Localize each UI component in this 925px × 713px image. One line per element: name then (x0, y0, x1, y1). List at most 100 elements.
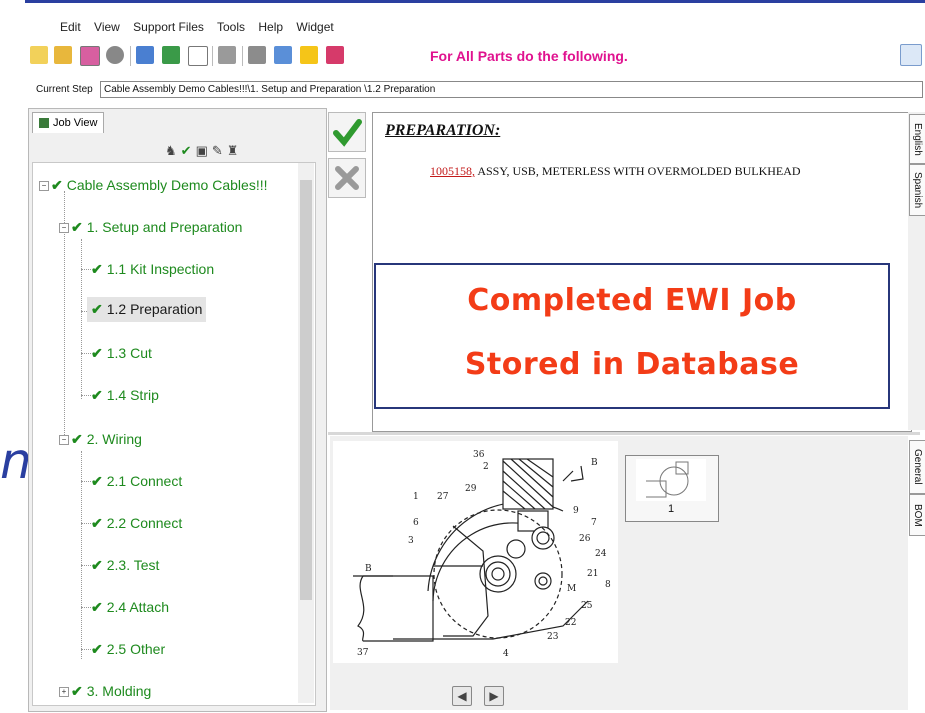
collapse-icon[interactable]: − (59, 435, 69, 446)
tree-node-cut[interactable]: ✔ 1.3 Cut (91, 345, 152, 362)
users-icon[interactable] (248, 46, 266, 64)
inspector-icon[interactable]: ♜ (227, 143, 239, 158)
menu-edit[interactable]: Edit (60, 20, 81, 34)
tree-node-label: 3. Molding (86, 683, 152, 699)
tree-node-kit-inspection[interactable]: ✔ 1.1 Kit Inspection (91, 261, 214, 278)
complete-check-icon: ✔ (91, 473, 103, 489)
arrow-right-icon: ▶ (489, 689, 499, 703)
svg-text:24: 24 (595, 549, 607, 559)
previous-image-button[interactable]: ◀ (452, 686, 472, 706)
tab-job-view[interactable]: Job View (32, 112, 104, 133)
menu-support-files[interactable]: Support Files (133, 20, 204, 34)
green-check-icon (333, 119, 362, 147)
tree-node-label: 2.2 Connect (106, 515, 183, 531)
complete-check-icon: ✔ (71, 683, 83, 699)
svg-text:B: B (591, 458, 598, 468)
tree-node-wiring[interactable]: − ✔ 2. Wiring (59, 431, 142, 448)
worker-icon[interactable]: ♞ (165, 143, 177, 158)
tree-node-strip[interactable]: ✔ 1.4 Strip (91, 387, 159, 404)
menu-bar: Edit View Support Files Tools Help Widge… (60, 20, 344, 38)
tree-node-connect-2[interactable]: ✔ 2.2 Connect (91, 515, 182, 532)
tree-node-root[interactable]: − ✔ Cable Assembly Demo Cables!!! (39, 177, 268, 194)
tree-node-preparation[interactable]: ✔ 1.2 Preparation (87, 297, 207, 322)
menu-widget[interactable]: Widget (296, 20, 333, 34)
tree-node-label: 2.5 Other (106, 641, 166, 657)
tree-node-label: 1.1 Kit Inspection (106, 261, 215, 277)
tab-english[interactable]: English (909, 114, 925, 164)
table-icon[interactable] (136, 46, 154, 64)
reject-step-button[interactable] (328, 158, 366, 198)
new-job-icon[interactable] (30, 46, 48, 64)
search-help-button[interactable] (900, 44, 922, 66)
tree-node-connect-1[interactable]: ✔ 2.1 Connect (91, 473, 182, 490)
collapse-icon[interactable]: − (59, 223, 69, 234)
exit-door-icon[interactable] (274, 46, 292, 64)
mechanism-drawing: 36 2 B 1 27 29 9 7 6 26 3 24 21 B 8 M 25… (353, 450, 611, 659)
technical-drawing: 36 2 B 1 27 29 9 7 6 26 3 24 21 B 8 M 25… (333, 441, 618, 663)
tab-job-view-label: Job View (53, 117, 98, 129)
open-folder-icon[interactable] (54, 46, 72, 64)
collapse-icon[interactable]: − (39, 181, 49, 192)
check-icon[interactable]: ✔ (181, 143, 192, 158)
tree-node-setup[interactable]: − ✔ 1. Setup and Preparation (59, 219, 242, 236)
checklist-icon[interactable] (80, 46, 100, 66)
part-line: 1005158, ASSY, USB, METERLESS WITH OVERM… (430, 164, 801, 179)
job-view-icon (39, 118, 49, 129)
job-tree: − ✔ Cable Assembly Demo Cables!!! − ✔ 1. Set… (32, 162, 316, 706)
tree-filter-icons: ♞ ✔ ▣ ✎ ♜ (165, 143, 242, 159)
settings-alert-icon[interactable] (326, 46, 344, 64)
tree-node-label: 1.2 Preparation (106, 301, 203, 317)
svg-text:7: 7 (591, 518, 597, 528)
tree-node-attach[interactable]: ✔ 2.4 Attach (91, 599, 169, 616)
svg-text:36: 36 (473, 450, 485, 460)
photo-icon[interactable]: ▣ (196, 143, 208, 158)
svg-text:8: 8 (605, 580, 611, 590)
pane-splitter[interactable] (328, 432, 920, 435)
part-number-link[interactable]: 1005158, (430, 164, 475, 178)
svg-text:B: B (365, 564, 372, 574)
gear-icon[interactable] (106, 46, 124, 64)
accept-step-button[interactable] (328, 112, 366, 152)
svg-text:4: 4 (503, 649, 509, 659)
toolbar-message: For All Parts do the following. (430, 48, 628, 64)
check-tool-icon[interactable] (218, 46, 236, 64)
tab-general[interactable]: General (909, 440, 925, 494)
menu-view[interactable]: View (94, 20, 120, 34)
svg-text:21: 21 (587, 569, 598, 579)
tree-node-label: 2.4 Attach (106, 599, 170, 615)
tab-spanish[interactable]: Spanish (909, 164, 925, 216)
tree-node-label: Cable Assembly Demo Cables!!! (66, 177, 268, 193)
tree-node-test[interactable]: ✔ 2.3. Test (91, 557, 159, 574)
complete-check-icon: ✔ (71, 219, 83, 235)
expand-icon[interactable]: + (59, 687, 69, 698)
svg-text:1: 1 (413, 492, 419, 502)
tree-scrollbar-thumb[interactable] (300, 180, 312, 600)
menu-help[interactable]: Help (258, 20, 283, 34)
tree-node-molding[interactable]: + ✔ 3. Molding (59, 683, 151, 700)
svg-text:6: 6 (413, 518, 419, 528)
tab-bom[interactable]: BOM (909, 494, 925, 536)
wrench-icon[interactable]: ✎ (212, 143, 223, 158)
svg-text:9: 9 (573, 506, 579, 516)
warning-icon[interactable] (300, 46, 318, 64)
banner-line-1: Completed EWI Job (467, 283, 797, 318)
chart-icon[interactable] (162, 46, 180, 64)
current-step-field: Cable Assembly Demo Cables!!!\1. Setup a… (100, 81, 923, 98)
next-image-button[interactable]: ▶ (484, 686, 504, 706)
svg-text:3: 3 (408, 536, 414, 546)
tree-node-label: 1.3 Cut (106, 345, 152, 361)
complete-check-icon: ✔ (91, 345, 103, 361)
menu-tools[interactable]: Tools (217, 20, 245, 34)
tree-node-label: 1.4 Strip (106, 387, 159, 403)
top-accent-line (25, 0, 925, 3)
thumbnail-label: 1 (667, 503, 675, 515)
arrow-left-icon: ◀ (457, 689, 467, 703)
complete-check-icon: ✔ (91, 515, 103, 531)
tree-node-other[interactable]: ✔ 2.5 Other (91, 641, 165, 658)
svg-text:37: 37 (357, 648, 369, 658)
tree-node-label: 2.3. Test (106, 557, 160, 573)
svg-text:23: 23 (547, 632, 559, 642)
document-icon[interactable] (188, 46, 208, 66)
banner-line-2: Stored in Database (464, 347, 800, 382)
complete-check-icon: ✔ (91, 261, 103, 277)
